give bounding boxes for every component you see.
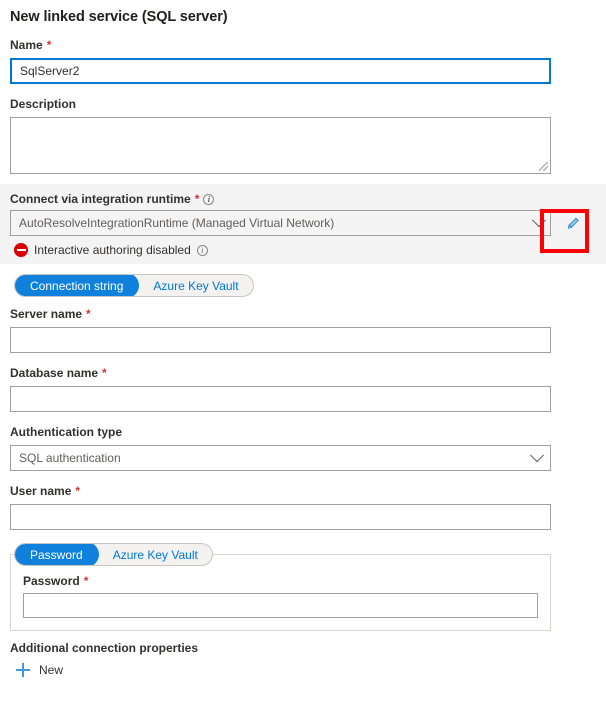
database-name-label: Database name * bbox=[0, 366, 606, 380]
add-new-property-label: New bbox=[39, 663, 63, 677]
server-name-required-marker: * bbox=[86, 307, 91, 321]
connection-source-tabs: Connection string Azure Key Vault bbox=[14, 274, 254, 297]
server-name-label-text: Server name bbox=[10, 307, 82, 321]
integration-runtime-selected-value: AutoResolveIntegrationRuntime (Managed V… bbox=[19, 216, 334, 230]
integration-runtime-label: Connect via integration runtime * bbox=[0, 192, 606, 206]
server-name-label: Server name * bbox=[0, 307, 606, 321]
block-icon bbox=[14, 243, 28, 257]
info-icon-status[interactable] bbox=[197, 245, 208, 256]
plus-icon bbox=[16, 663, 30, 677]
tab-password-azure-key-vault[interactable]: Azure Key Vault bbox=[99, 543, 212, 566]
chevron-down-icon-auth bbox=[530, 448, 544, 462]
description-textarea[interactable] bbox=[10, 117, 551, 174]
new-linked-service-form: New linked service (SQL server) Name * D… bbox=[0, 0, 606, 677]
integration-runtime-label-text: Connect via integration runtime bbox=[10, 192, 191, 206]
database-name-input[interactable] bbox=[10, 386, 551, 412]
tab-azure-key-vault[interactable]: Azure Key Vault bbox=[139, 274, 252, 297]
description-label-text: Description bbox=[10, 97, 76, 111]
chevron-down-icon bbox=[532, 213, 546, 227]
database-name-required-marker: * bbox=[102, 366, 107, 380]
user-name-required-marker: * bbox=[75, 484, 80, 498]
name-label-text: Name bbox=[10, 38, 43, 52]
page-title: New linked service (SQL server) bbox=[0, 0, 606, 25]
user-name-label: User name * bbox=[0, 484, 606, 498]
password-label: Password * bbox=[23, 574, 538, 588]
description-label: Description bbox=[0, 97, 606, 111]
tab-connection-string[interactable]: Connection string bbox=[14, 274, 139, 297]
tab-password[interactable]: Password bbox=[14, 543, 99, 566]
password-tabs-row: Password Azure Key Vault bbox=[0, 543, 606, 566]
interactive-authoring-status-text: Interactive authoring disabled bbox=[34, 243, 191, 257]
password-source-tabs: Password Azure Key Vault bbox=[14, 543, 213, 566]
server-name-input[interactable] bbox=[10, 327, 551, 353]
database-name-label-text: Database name bbox=[10, 366, 98, 380]
user-name-input[interactable] bbox=[10, 504, 551, 530]
info-icon[interactable] bbox=[203, 194, 214, 205]
authentication-type-select[interactable]: SQL authentication bbox=[10, 445, 551, 471]
name-required-marker: * bbox=[47, 38, 52, 52]
password-input[interactable] bbox=[23, 593, 538, 618]
authentication-type-selected-value: SQL authentication bbox=[19, 451, 121, 465]
add-new-property-button[interactable]: New bbox=[16, 663, 63, 677]
additional-connection-properties-label: Additional connection properties bbox=[0, 641, 606, 655]
password-section: Password Azure Key Vault Password * bbox=[0, 543, 606, 631]
integration-runtime-section: Connect via integration runtime * AutoRe… bbox=[0, 184, 606, 264]
password-label-text: Password bbox=[23, 574, 80, 588]
integration-runtime-required-marker: * bbox=[195, 192, 200, 206]
user-name-label-text: User name bbox=[10, 484, 71, 498]
authentication-type-label: Authentication type bbox=[0, 425, 606, 439]
description-textarea-wrapper bbox=[10, 117, 551, 174]
interactive-authoring-status: Interactive authoring disabled bbox=[14, 243, 606, 257]
name-label: Name * bbox=[0, 38, 606, 52]
integration-runtime-select[interactable]: AutoResolveIntegrationRuntime (Managed V… bbox=[10, 210, 551, 236]
pencil-icon bbox=[566, 215, 580, 232]
edit-integration-runtime-button[interactable] bbox=[560, 210, 586, 236]
name-input[interactable] bbox=[10, 58, 551, 84]
integration-runtime-row: AutoResolveIntegrationRuntime (Managed V… bbox=[10, 210, 606, 236]
password-required-marker: * bbox=[84, 574, 89, 588]
authentication-type-label-text: Authentication type bbox=[10, 425, 122, 439]
